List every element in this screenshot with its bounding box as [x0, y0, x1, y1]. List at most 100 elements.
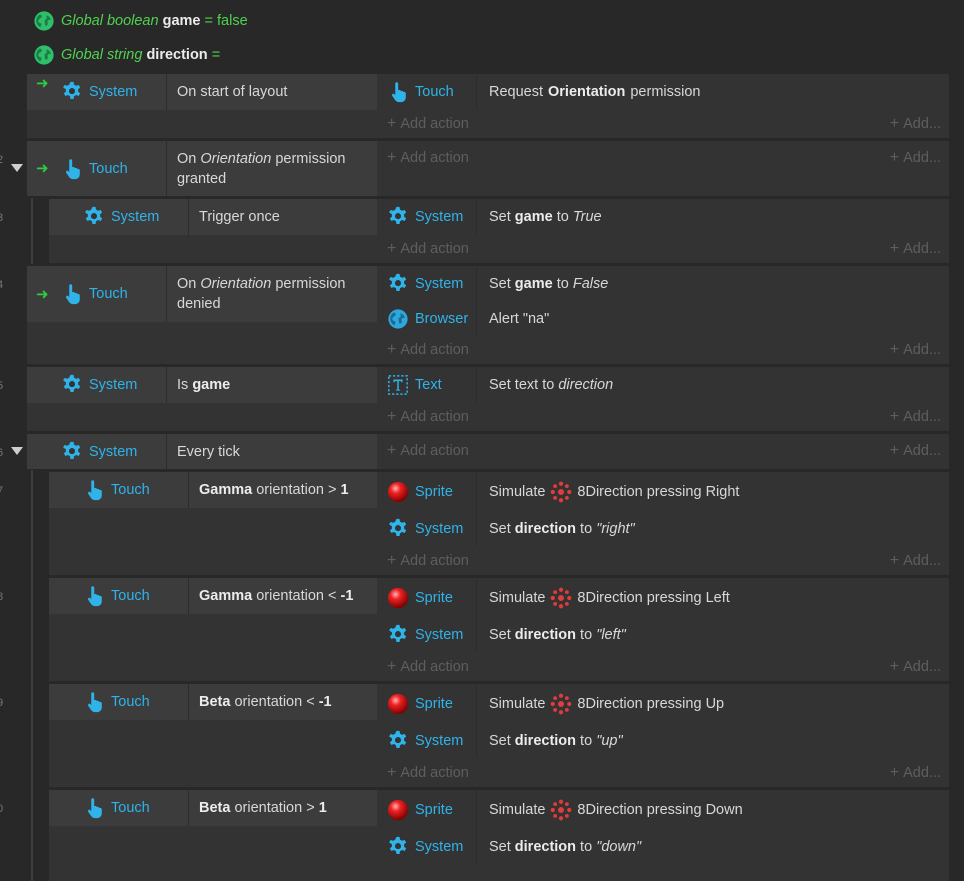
eight-direction-icon	[550, 587, 572, 609]
action-row[interactable]: System Set game to False	[377, 266, 949, 302]
subevent-line	[31, 470, 33, 881]
event-block[interactable]: Touch Beta orientation < -1 Sprite Simul…	[49, 684, 949, 787]
add-link[interactable]: + Add...	[890, 148, 941, 168]
condition-text: Is game	[177, 377, 231, 393]
add-link[interactable]: + Add...	[890, 239, 941, 259]
touch-icon	[83, 691, 105, 713]
add-action-link[interactable]: + Add action	[387, 340, 469, 360]
action-row[interactable]: System Set direction to "right"	[377, 512, 949, 546]
event-block[interactable]: Touch Beta orientation > 1 Sprite Simula…	[49, 790, 949, 881]
eight-direction-icon	[550, 799, 572, 821]
add-link[interactable]: + Add...	[890, 340, 941, 360]
condition-text: On Orientation permission denied	[177, 276, 346, 312]
condition-text: Beta orientation > 1	[199, 800, 327, 816]
text-object-icon	[387, 374, 409, 396]
event-block[interactable]: Touch Gamma orientation < -1 Sprite Simu…	[49, 578, 949, 681]
add-action-link[interactable]: + Add action	[387, 551, 469, 571]
action-text: Set game to False	[489, 276, 609, 292]
gear-icon	[387, 206, 409, 228]
event-block[interactable]: ➜ Touch On Orientation permission denied…	[27, 266, 949, 364]
action-text: Alert "na"	[489, 311, 550, 327]
global-var-direction[interactable]: Global string direction =	[33, 42, 220, 68]
add-action-link[interactable]: + Add action	[387, 657, 469, 677]
event-block[interactable]: System Is game Text Set text to directio…	[27, 367, 949, 431]
condition-object: Touch	[27, 141, 167, 196]
event-block[interactable]: Touch Gamma orientation > 1 Sprite Simul…	[49, 472, 949, 575]
condition-object: Touch	[49, 472, 189, 508]
line-number: 8	[0, 591, 4, 603]
condition-row[interactable]: System Trigger once	[49, 199, 377, 235]
action-object: Sprite	[377, 472, 477, 512]
action-text: Simulate 8Direction pressing Down	[477, 799, 743, 821]
sprite-icon	[387, 587, 409, 609]
gear-icon	[61, 374, 83, 396]
condition-object: System	[27, 434, 167, 469]
action-object: Sprite	[377, 790, 477, 830]
add-action-link[interactable]: + Add action	[387, 148, 469, 168]
action-row[interactable]: Text Set text to direction	[377, 367, 949, 403]
action-row[interactable]: Sprite Simulate 8Direction pressing Down	[377, 790, 949, 830]
action-object: Browser	[377, 302, 477, 336]
action-row[interactable]: System Set direction to "down"	[377, 830, 949, 864]
add-link[interactable]: + Add...	[890, 657, 941, 677]
condition-row[interactable]: ➜ System On start of layout	[27, 74, 377, 110]
line-number: 2	[0, 154, 4, 166]
touch-icon	[61, 158, 83, 180]
globe-icon	[33, 10, 55, 32]
condition-row[interactable]: Touch Gamma orientation < -1	[49, 578, 377, 614]
add-link[interactable]: + Add...	[890, 551, 941, 571]
action-text: Set direction to "up"	[489, 733, 623, 749]
add-link[interactable]: + Add...	[890, 114, 941, 134]
gear-icon	[387, 624, 409, 646]
action-text: Request Orientation permission	[489, 84, 701, 100]
condition-object: Touch	[49, 578, 189, 614]
add-link[interactable]: + Add...	[890, 407, 941, 427]
action-row[interactable]: System Set direction to "up"	[377, 724, 949, 758]
global-var-label: Global string direction =	[61, 47, 221, 63]
event-block[interactable]: System Every tick + Add action + Add...	[27, 434, 949, 469]
condition-object: System	[49, 199, 189, 235]
add-action-link[interactable]: + Add action	[387, 239, 469, 259]
add-link[interactable]: + Add...	[890, 763, 941, 783]
subevent-line	[31, 198, 33, 264]
global-var-game[interactable]: Global boolean game = false	[33, 8, 248, 34]
event-block[interactable]: System Trigger once System Set game to T…	[49, 199, 949, 263]
condition-row[interactable]: System Every tick	[27, 434, 377, 469]
condition-row[interactable]: System Is game	[27, 367, 377, 403]
touch-icon	[83, 585, 105, 607]
collapse-toggle-icon[interactable]	[11, 164, 23, 172]
condition-row[interactable]: ➜ Touch On Orientation permission grante…	[27, 141, 377, 196]
line-number: 5	[0, 380, 4, 392]
gear-icon	[387, 730, 409, 752]
global-var-label: Global boolean game = false	[61, 13, 248, 29]
action-row[interactable]: System Set direction to "left"	[377, 618, 949, 652]
action-text: Simulate 8Direction pressing Up	[477, 693, 724, 715]
condition-row[interactable]: Touch Gamma orientation > 1	[49, 472, 377, 508]
condition-text: Gamma orientation > 1	[199, 482, 349, 498]
condition-object: System	[27, 74, 167, 110]
condition-row[interactable]: Touch Beta orientation > 1	[49, 790, 377, 826]
add-action-link[interactable]: + Add action	[387, 407, 469, 427]
action-object: System	[377, 512, 477, 546]
add-link[interactable]: + Add...	[890, 441, 941, 461]
line-number: 6	[0, 447, 4, 459]
eight-direction-icon	[550, 481, 572, 503]
collapse-toggle-icon[interactable]	[11, 447, 23, 455]
action-object: System	[377, 199, 477, 235]
event-block[interactable]: ➜ Touch On Orientation permission grante…	[27, 141, 949, 196]
condition-object: Touch	[27, 266, 167, 322]
action-row[interactable]: Sprite Simulate 8Direction pressing Left	[377, 578, 949, 618]
action-row[interactable]: Touch Request Orientation permission	[377, 74, 949, 110]
add-action-link[interactable]: + Add action	[387, 441, 469, 461]
add-action-link[interactable]: + Add action	[387, 763, 469, 783]
action-row[interactable]: Sprite Simulate 8Direction pressing Up	[377, 684, 949, 724]
event-block[interactable]: ➜ System On start of layout Touch Reques…	[27, 74, 949, 138]
condition-row[interactable]: Touch Beta orientation < -1	[49, 684, 377, 720]
action-row[interactable]: Browser Alert "na"	[377, 302, 949, 336]
browser-globe-icon	[387, 308, 409, 330]
action-row[interactable]: Sprite Simulate 8Direction pressing Right	[377, 472, 949, 512]
action-row[interactable]: System Set game to True	[377, 199, 949, 235]
sprite-icon	[387, 481, 409, 503]
add-action-link[interactable]: + Add action	[387, 114, 469, 134]
condition-row[interactable]: ➜ Touch On Orientation permission denied	[27, 266, 377, 322]
